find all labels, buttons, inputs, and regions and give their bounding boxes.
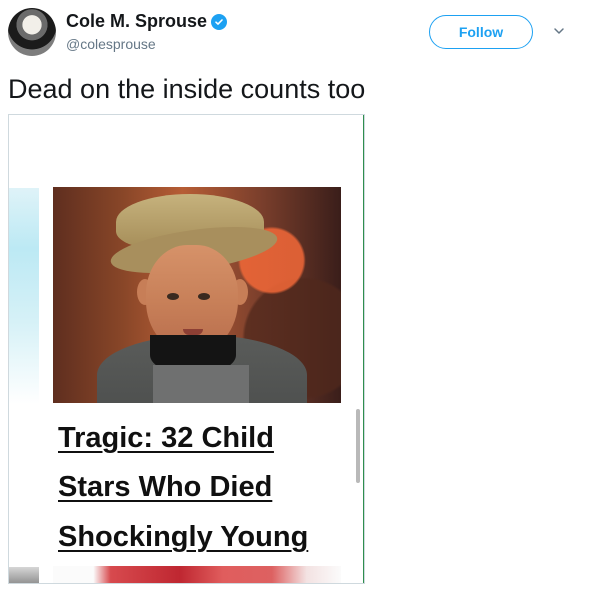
scroll-thumb[interactable] — [356, 409, 360, 483]
child-photo[interactable] — [53, 187, 341, 403]
tweet-text: Dead on the inside counts too — [8, 74, 366, 104]
left-image-strip — [9, 188, 39, 404]
right-eye-shape — [198, 293, 210, 300]
chevron-down-icon[interactable] — [553, 25, 565, 37]
avatar[interactable] — [8, 8, 56, 56]
user-handle[interactable]: @colesprouse — [66, 35, 156, 53]
shirt-panel-shape — [153, 365, 249, 403]
media-card[interactable]: Tragic: 32 Child Stars Who Died Shocking… — [8, 114, 365, 584]
display-name[interactable]: Cole M. Sprouse — [66, 10, 207, 32]
headline-line-2[interactable]: Stars Who Died — [58, 469, 272, 505]
headline-line-1[interactable]: Tragic: 32 Child — [58, 420, 274, 456]
left-image-strip-bottom — [9, 567, 39, 583]
bottom-preview-image[interactable] — [53, 566, 341, 583]
follow-button[interactable]: Follow — [429, 15, 533, 49]
left-eye-shape — [167, 293, 179, 300]
verified-badge-icon — [211, 14, 227, 30]
tweet-card: Cole M. Sprouse @colesprouse Follow Dead… — [0, 0, 590, 592]
headline-line-3[interactable]: Shockingly Young — [58, 519, 308, 555]
media-card-right-border — [363, 115, 364, 583]
